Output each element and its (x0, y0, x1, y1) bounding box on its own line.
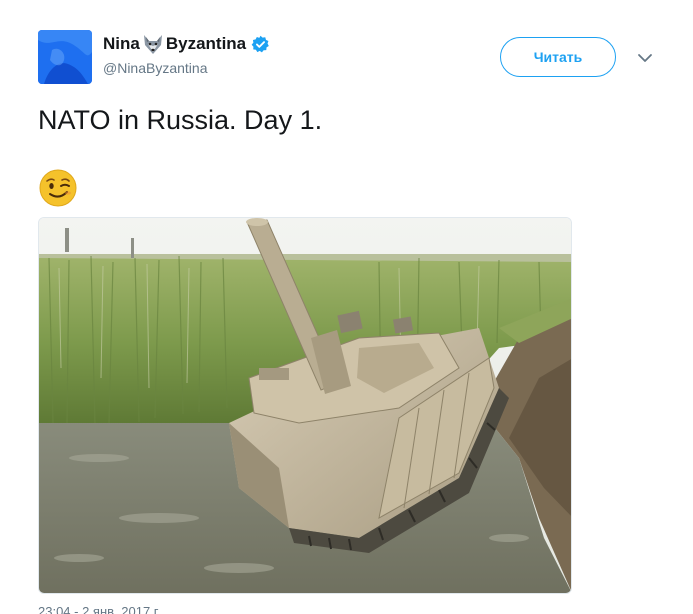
author-block: Nina Byzantina @NinaByzantina (103, 32, 270, 76)
author-name-first[interactable]: Nina (103, 34, 140, 54)
tank-in-ditch-photo (39, 218, 571, 593)
tweet-timestamp[interactable]: 23:04 - 2 янв. 2017 г. (38, 604, 161, 614)
tweet-card: Nina Byzantina @NinaByzantina Читать NAT… (0, 0, 693, 614)
tweet-media-photo[interactable] (38, 217, 572, 594)
author-handle[interactable]: @NinaByzantina (103, 60, 270, 76)
wolf-face-icon (141, 33, 165, 55)
avatar[interactable] (38, 30, 92, 84)
author-name-last[interactable]: Byzantina (166, 34, 246, 54)
tweet-text: NATO in Russia. Day 1. (38, 105, 323, 135)
author-name-row[interactable]: Nina Byzantina (103, 32, 270, 56)
chevron-down-icon[interactable] (636, 49, 654, 67)
verified-badge-icon (251, 35, 270, 54)
follow-button[interactable]: Читать (500, 37, 616, 77)
winking-face-icon (38, 168, 78, 208)
